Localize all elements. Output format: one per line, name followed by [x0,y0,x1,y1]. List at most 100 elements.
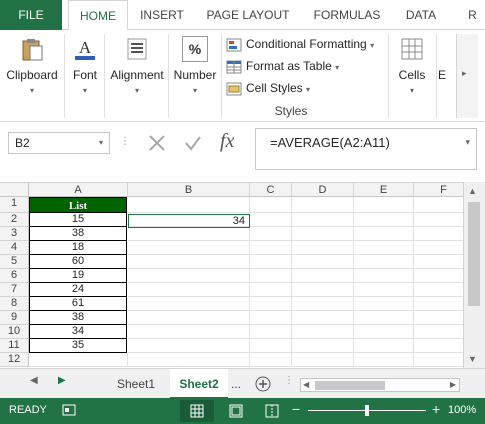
grid-cell[interactable] [250,255,292,269]
h-scroll-thumb[interactable] [315,381,385,390]
grid-cell[interactable] [128,339,250,353]
next-sheet-icon[interactable]: ▶ [58,375,66,386]
zoom-in-icon[interactable]: + [432,401,440,417]
page-layout-view-icon[interactable] [229,404,243,418]
grid-cell[interactable] [250,197,292,213]
grid-cell[interactable] [292,269,354,283]
tab-insert[interactable]: INSERT [130,0,194,30]
prev-sheet-icon[interactable]: ◀ [30,375,38,386]
grid-cell[interactable] [128,325,250,339]
tab-data[interactable]: DATA [396,0,446,30]
sheet-tab-sheet1[interactable]: Sheet1 [106,369,166,399]
grid-cell[interactable] [250,213,292,227]
grid-cell[interactable] [128,297,250,311]
cell-b2[interactable]: 34 [128,214,250,228]
grid-cell[interactable] [414,213,463,227]
grid-cell[interactable] [292,283,354,297]
grid-cell[interactable] [354,241,414,255]
number-group[interactable]: % Number ▾ [170,30,220,122]
grid-cell[interactable] [354,213,414,227]
scroll-right-icon[interactable]: ▶ [450,380,456,389]
tab-file[interactable]: FILE [0,0,62,30]
list-value-cell[interactable]: 60 [29,255,127,269]
list-value-cell[interactable]: 34 [29,325,127,339]
grid-cell[interactable] [292,311,354,325]
sheet-tab-sheet2[interactable]: Sheet2 [170,369,228,399]
grid-cell[interactable] [128,197,250,213]
row-header[interactable]: 9 [0,311,29,325]
row-header[interactable]: 10 [0,325,29,339]
list-value-cell[interactable]: 18 [29,241,127,255]
list-value-cell[interactable]: 15 [29,213,127,227]
normal-view-button[interactable] [180,400,214,422]
list-value-cell[interactable]: 35 [29,339,127,353]
grid-cell[interactable] [250,227,292,241]
list-value-cell[interactable]: 61 [29,297,127,311]
grid-cell[interactable] [354,297,414,311]
grid-cell[interactable] [414,283,463,297]
grid-cell[interactable] [128,269,250,283]
grid-cell[interactable] [292,325,354,339]
grid-cell[interactable] [250,283,292,297]
zoom-level[interactable]: 100% [448,404,476,416]
grid-cell[interactable] [292,227,354,241]
grid-cell[interactable] [414,339,463,353]
page-break-view-icon[interactable] [265,404,279,418]
zoom-out-icon[interactable]: − [292,401,300,417]
grid-cell[interactable] [414,227,463,241]
grid-cell[interactable] [250,297,292,311]
grid-cell[interactable] [250,325,292,339]
column-header-d[interactable]: D [292,183,354,197]
row-header[interactable]: 5 [0,255,29,269]
tab-formulas[interactable]: FORMULAS [304,0,390,30]
grid-cell[interactable] [292,213,354,227]
chevron-down-icon[interactable]: ▾ [465,137,470,148]
grid-cell[interactable] [128,241,250,255]
editing-group[interactable]: E [438,30,452,122]
row-header[interactable]: 2 [0,213,29,227]
row-header[interactable]: 11 [0,339,29,353]
grid-cell[interactable] [414,325,463,339]
more-sheets[interactable]: ... [228,369,244,399]
grid-cell[interactable] [414,353,463,367]
grid-cell[interactable] [414,255,463,269]
grid-cell[interactable] [128,227,250,241]
grid-cell[interactable] [354,311,414,325]
grid-cell[interactable] [250,311,292,325]
add-sheet-icon[interactable] [255,376,271,392]
grid-cell[interactable] [354,325,414,339]
grid-cell[interactable] [414,269,463,283]
tab-home[interactable]: HOME [68,0,128,31]
grid-cell[interactable] [128,353,250,367]
cell-styles-button[interactable]: Cell Styles ▾ [226,78,310,98]
row-header[interactable]: 1 [0,197,29,213]
font-group[interactable]: A Font ▾ [66,30,104,122]
row-header[interactable]: 8 [0,297,29,311]
row-header[interactable]: 4 [0,241,29,255]
grid-cell[interactable] [354,227,414,241]
grid-cell[interactable] [414,297,463,311]
cancel-icon[interactable] [148,134,166,152]
list-value-cell[interactable]: 38 [29,227,127,241]
tab-page-layout[interactable]: PAGE LAYOUT [200,0,296,30]
scroll-thumb[interactable] [468,202,480,306]
scroll-left-icon[interactable]: ◀ [303,380,309,389]
tab-review[interactable]: R [460,0,485,30]
splitter-handle[interactable]: ⋮ [284,375,294,386]
row-header[interactable]: 3 [0,227,29,241]
list-value-cell[interactable]: 24 [29,283,127,297]
grid-cell[interactable] [128,283,250,297]
grid-cell[interactable] [292,197,354,213]
vertical-scrollbar[interactable]: ▲ ▼ [463,182,485,368]
grid-cell[interactable] [292,255,354,269]
grid-cell[interactable] [250,353,292,367]
ribbon-scroll[interactable]: ▸ [456,34,478,118]
grid-cell[interactable] [29,353,128,367]
drag-handle[interactable]: ⋮ [120,136,130,150]
grid-cell[interactable] [250,241,292,255]
grid-cell[interactable] [128,255,250,269]
column-header-e[interactable]: E [354,183,414,197]
grid-cell[interactable] [354,269,414,283]
list-header-cell[interactable]: List [29,197,127,213]
scroll-up-icon[interactable]: ▲ [468,186,477,196]
